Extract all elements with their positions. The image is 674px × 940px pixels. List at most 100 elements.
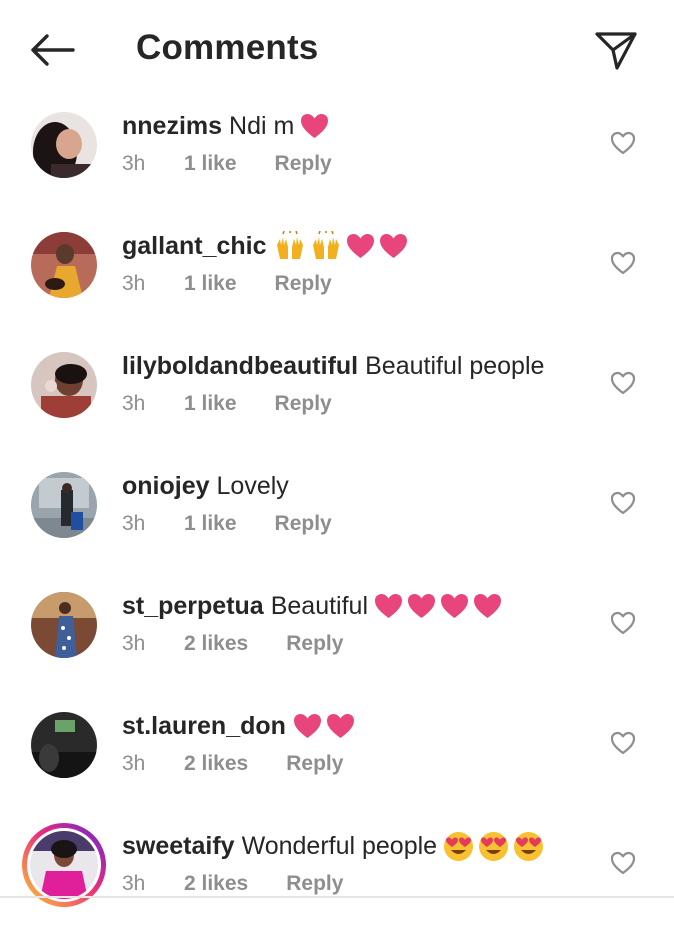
comment-likes[interactable]: 1 like	[184, 392, 237, 416]
comment-row: st.lauren_don 3h 2 likes Reply	[0, 700, 674, 820]
heart-outline-icon	[610, 491, 636, 515]
pink-heart-icon	[379, 234, 407, 258]
avatar[interactable]	[22, 823, 106, 907]
comment-likes[interactable]: 2 likes	[184, 752, 248, 776]
reply-button[interactable]: Reply	[275, 272, 332, 296]
like-comment-button[interactable]	[606, 608, 640, 638]
comment-likes[interactable]: 1 like	[184, 512, 237, 536]
comment-row: sweetaify Wonderful people 3h 2 likes Reply	[0, 820, 674, 940]
avatar[interactable]	[31, 232, 97, 298]
pink-heart-icon	[346, 234, 374, 258]
pink-heart-icon	[301, 114, 329, 138]
avatar-photo	[31, 712, 97, 778]
comment-meta: 3h 2 likes Reply	[122, 872, 343, 896]
comment-time: 3h	[122, 152, 146, 175]
comment-text: Ndi m	[229, 112, 295, 140]
comment-username[interactable]: lilyboldandbeautiful	[122, 350, 358, 382]
back-button[interactable]	[28, 30, 76, 70]
comments-header: Comments	[0, 0, 674, 100]
story-ring	[27, 828, 101, 902]
pink-heart-icon	[293, 714, 321, 738]
comment-row: gallant_chic 3h 1 like Reply	[0, 220, 674, 340]
reply-button[interactable]: Reply	[275, 152, 332, 176]
comment-body: st_perpetua Beautiful	[122, 590, 506, 622]
comment-row: nnezims Ndi m 3h 1 like Reply	[0, 100, 674, 220]
comment-body: nnezims Ndi m	[122, 110, 333, 142]
comment-time: 3h	[122, 512, 146, 535]
heart-outline-icon	[610, 611, 636, 635]
avatar[interactable]	[31, 472, 97, 538]
comment-row: oniojey Lovely 3h 1 like Reply	[0, 460, 674, 580]
avatar[interactable]	[31, 112, 97, 178]
arrow-left-icon	[31, 34, 75, 66]
comment-username[interactable]: gallant_chic	[122, 230, 267, 262]
reply-button[interactable]: Reply	[286, 872, 343, 896]
comment-time: 3h	[122, 872, 146, 895]
comment-likes[interactable]: 1 like	[184, 272, 237, 296]
comment-list: nnezims Ndi m 3h 1 like Reply gallant_chic 3h 1…	[0, 100, 674, 940]
comment-username[interactable]: st_perpetua	[122, 590, 264, 622]
comment-row: lilyboldandbeautiful Beautiful people 3h 1 …	[0, 340, 674, 460]
reply-button[interactable]: Reply	[275, 392, 332, 416]
comment-likes[interactable]: 2 likes	[184, 872, 248, 896]
heart-outline-icon	[610, 251, 636, 275]
comment-time: 3h	[122, 272, 146, 295]
avatar-photo	[30, 831, 98, 899]
comment-meta: 3h 1 like Reply	[122, 272, 332, 296]
page-title: Comments	[136, 28, 319, 67]
avatar[interactable]	[31, 712, 97, 778]
comment-username[interactable]: nnezims	[122, 110, 222, 142]
reply-button[interactable]: Reply	[286, 632, 343, 656]
comment-likes[interactable]: 2 likes	[184, 632, 248, 656]
avatar-photo	[31, 112, 97, 178]
divider	[0, 896, 674, 898]
comment-meta: 3h 1 like Reply	[122, 392, 332, 416]
paper-plane-icon	[595, 32, 637, 70]
heart-eyes-face-icon	[444, 831, 474, 861]
like-comment-button[interactable]	[606, 848, 640, 878]
comment-username[interactable]: st.lauren_don	[122, 710, 286, 742]
comment-time: 3h	[122, 392, 146, 415]
raising-hands-icon	[276, 231, 303, 259]
comment-text: Beautiful	[270, 592, 369, 620]
comment-text: Beautiful people	[365, 352, 545, 380]
comment-username[interactable]: sweetaify	[122, 830, 235, 862]
comment-time: 3h	[122, 752, 146, 775]
comment-emoji	[443, 831, 548, 862]
comment-meta: 3h 1 like Reply	[122, 512, 332, 536]
heart-eyes-face-icon	[479, 831, 509, 861]
heart-outline-icon	[610, 131, 636, 155]
reply-button[interactable]: Reply	[275, 512, 332, 536]
like-comment-button[interactable]	[606, 368, 640, 398]
avatar-photo	[31, 592, 97, 658]
comment-meta: 3h 2 likes Reply	[122, 632, 343, 656]
avatar[interactable]	[31, 592, 97, 658]
comment-body: st.lauren_don	[122, 710, 359, 742]
reply-button[interactable]: Reply	[286, 752, 343, 776]
comment-meta: 3h 1 like Reply	[122, 152, 332, 176]
pink-heart-icon	[474, 594, 502, 618]
heart-outline-icon	[610, 851, 636, 875]
pink-heart-icon	[408, 594, 436, 618]
like-comment-button[interactable]	[606, 248, 640, 278]
comment-row: st_perpetua Beautiful 3h 2 likes Reply	[0, 580, 674, 700]
comment-emoji	[293, 713, 359, 739]
comment-emoji	[374, 593, 506, 619]
comment-body: gallant_chic	[122, 230, 412, 262]
raising-hands-icon	[312, 231, 339, 259]
comment-username[interactable]: oniojey	[122, 470, 210, 502]
like-comment-button[interactable]	[606, 488, 640, 518]
comment-emoji	[300, 113, 333, 139]
heart-outline-icon	[610, 371, 636, 395]
avatar-photo	[31, 352, 97, 418]
comment-time: 3h	[122, 632, 146, 655]
direct-message-button[interactable]	[592, 28, 640, 72]
like-comment-button[interactable]	[606, 128, 640, 158]
like-comment-button[interactable]	[606, 728, 640, 758]
comment-body: lilyboldandbeautiful Beautiful people	[122, 350, 550, 382]
comment-body: oniojey Lovely	[122, 470, 295, 502]
avatar[interactable]	[31, 352, 97, 418]
avatar-photo	[31, 472, 97, 538]
pink-heart-icon	[375, 594, 403, 618]
comment-likes[interactable]: 1 like	[184, 152, 237, 176]
